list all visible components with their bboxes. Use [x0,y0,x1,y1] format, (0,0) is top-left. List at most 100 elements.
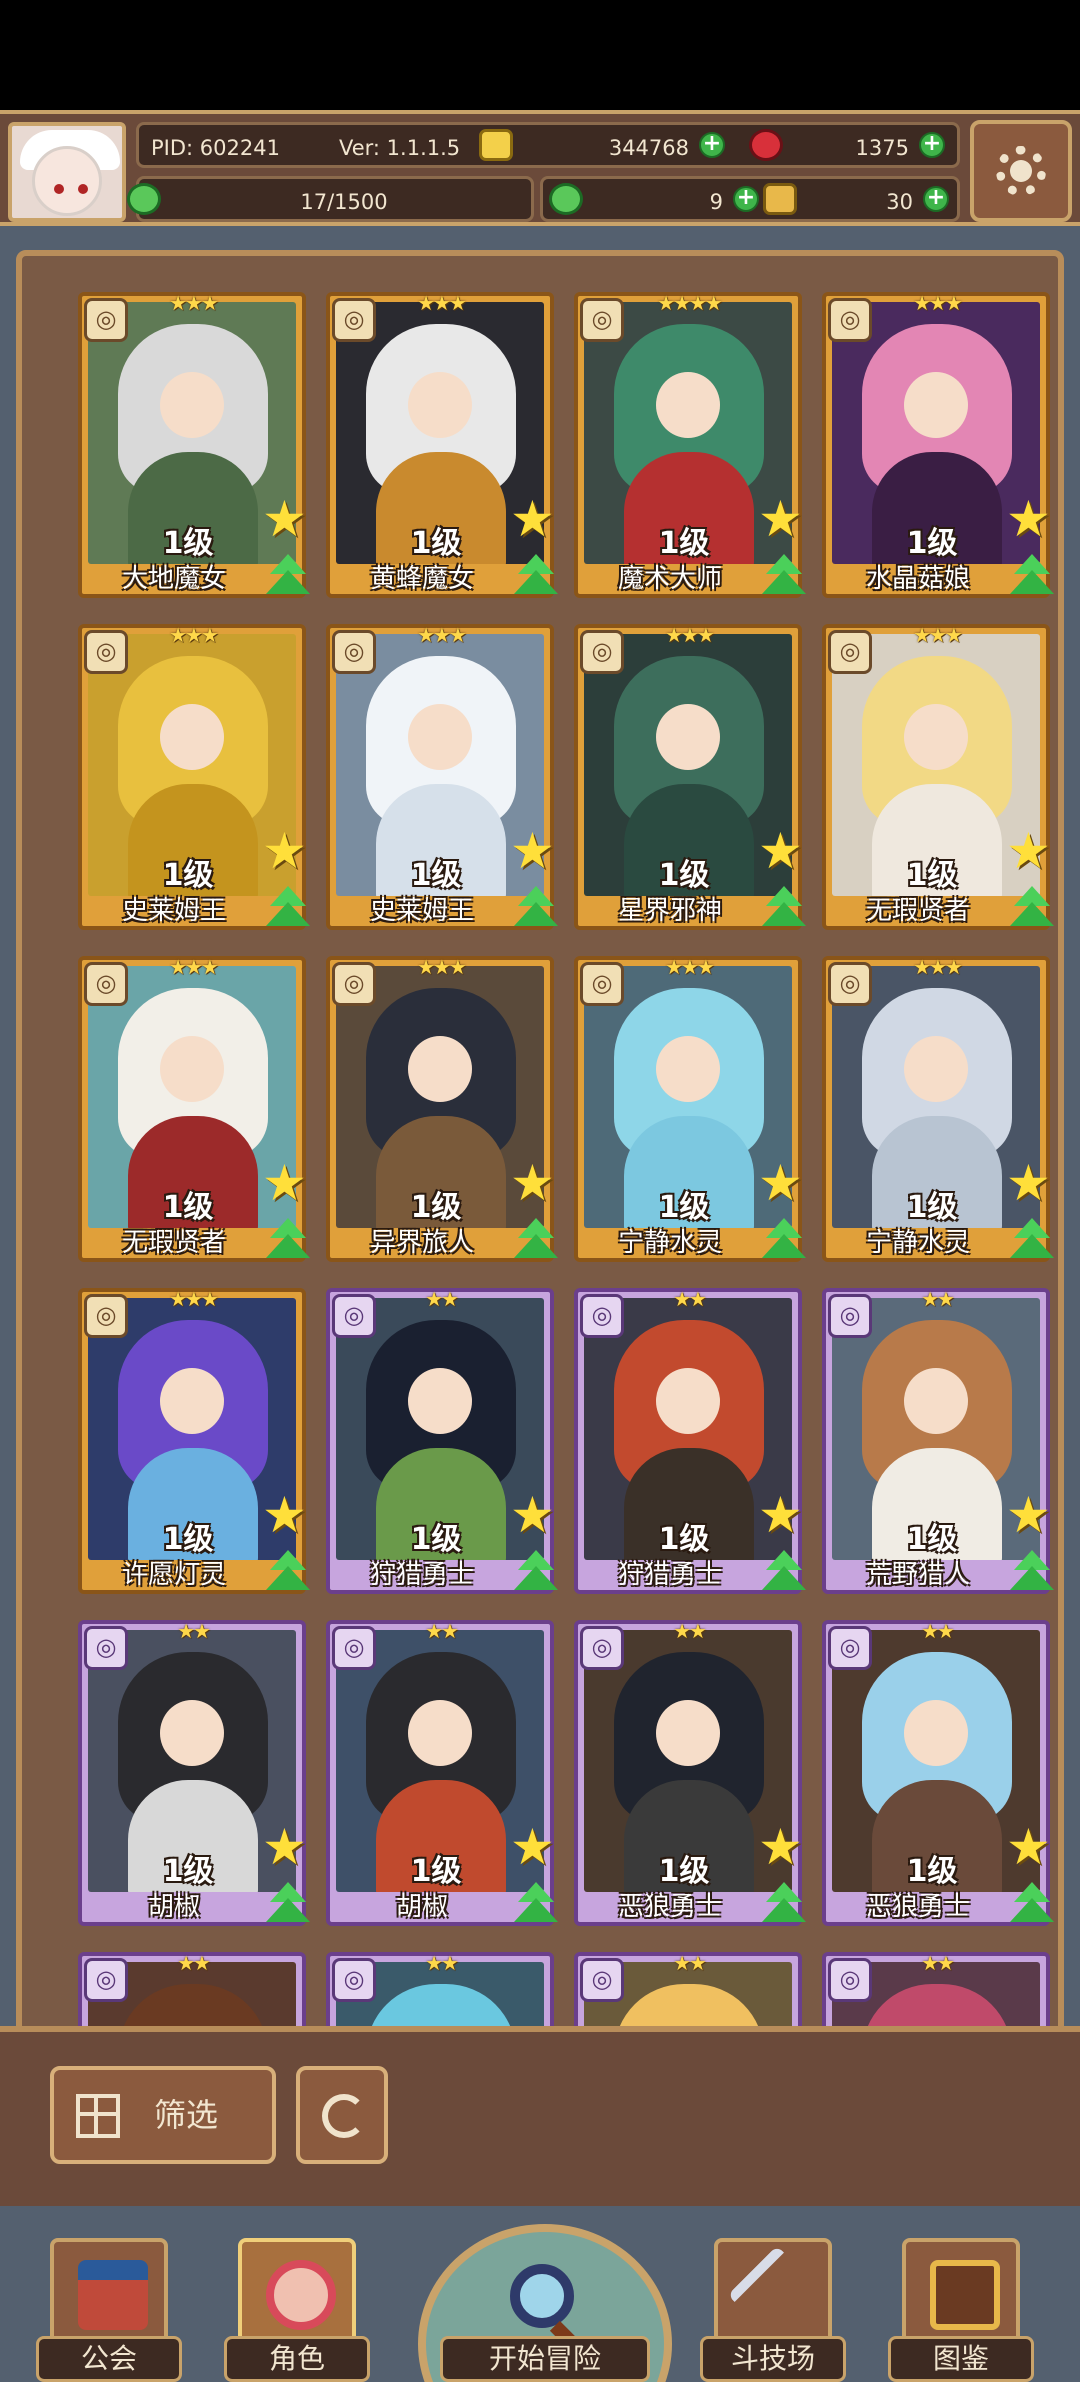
star-rating: ★★★★ [657,292,723,315]
character-card[interactable]: ◎ ★★★ 1级 ★ 史莱姆王 [326,623,558,934]
class-icon: ◎ [580,1626,624,1670]
star-upgrade-icon[interactable]: ★ [758,494,808,544]
level-up-arrow-icon[interactable] [1010,886,1054,930]
character-card[interactable]: ◎ ★★★ 1级 ★ 宁静水灵 [822,956,1054,1266]
star-upgrade-icon[interactable]: ★ [1006,1158,1056,1208]
level-up-arrow-icon[interactable] [1010,1218,1054,1262]
nav-codex[interactable]: 图鉴 [888,2228,1038,2382]
character-card[interactable]: ◎ ★★★ 1级 ★ 无瑕贤者 [822,624,1054,934]
star-upgrade-icon[interactable]: ★ [510,826,560,876]
character-card[interactable]: ◎ ★★★ 1级 ★ 星界邪神 [574,623,806,934]
class-icon: ◎ [828,298,872,342]
class-icon: ◎ [332,1958,376,2002]
level-up-arrow-icon[interactable] [762,1550,806,1594]
star-upgrade-icon[interactable]: ★ [262,1490,312,1540]
add-gem-button[interactable]: + [919,132,945,158]
star-upgrade-icon[interactable]: ★ [262,826,312,876]
star-rating: ★★★ [169,623,219,647]
portrait-face [904,1700,968,1766]
star-upgrade-icon[interactable]: ★ [510,1158,560,1208]
gem-amount: 1375 [855,136,909,160]
portrait-face [160,1036,224,1102]
star-upgrade-icon[interactable]: ★ [758,826,808,876]
pid-text: PID: 602241 [151,136,280,160]
avatar-eye [78,184,88,194]
level-up-arrow-icon[interactable] [514,1218,558,1262]
character-card[interactable]: ◎ ★★★★ 1级 ★ 魔术大师 [574,292,806,602]
character-name: 胡椒 [147,1892,200,1922]
level-up-arrow-icon[interactable] [514,1882,558,1926]
star-upgrade-icon[interactable]: ★ [1006,826,1056,876]
star-upgrade-icon[interactable]: ★ [758,1490,808,1540]
character-card[interactable]: ◎ ★★ 1级 ★ 恶狼勇士 [574,1620,806,1930]
character-name: 水晶菇娘 [865,564,970,594]
star-upgrade-icon[interactable]: ★ [1006,1490,1056,1540]
character-card[interactable]: ◎ ★★★ 1级 ★ 黄蜂魔女 [326,292,558,602]
nav-start-adventure[interactable]: 开始冒险 [410,2224,680,2382]
level-up-arrow-icon[interactable] [266,1550,310,1594]
star-upgrade-icon[interactable]: ★ [1006,1822,1056,1872]
star-rating: ★★ [425,1619,459,1643]
star-upgrade-icon[interactable]: ★ [510,1490,560,1540]
player-avatar[interactable] [8,122,126,222]
character-name: 大地魔女 [121,564,226,594]
star-upgrade-icon[interactable]: ★ [262,494,312,544]
nav-guild[interactable]: 公会 [36,2228,186,2382]
character-card[interactable]: ◎ ★★ 1级 ★ 胡椒 [326,1619,558,1930]
character-card[interactable]: ◎ ★★★ 1级 ★ 无瑕贤者 [78,956,310,1266]
character-card[interactable]: ◎ ★★ 1级 ★ 荒野猎人 [822,1288,1054,1598]
star-upgrade-icon[interactable]: ★ [262,1822,312,1872]
level-up-arrow-icon[interactable] [266,1218,310,1262]
character-grid[interactable]: ◎ ★★★ 1级 ★ 大地魔女 ◎ ★★★ 1级 ★ 黄蜂魔女 ◎ ★★★★ 1级 ★ 魔术大师 ◎ ★★★ 1级… [62,292,1062,2052]
star-upgrade-icon[interactable]: ★ [758,1822,808,1872]
character-card[interactable]: ◎ ★★★ 1级 ★ 宁静水灵 [574,956,806,1266]
class-icon: ◎ [580,298,624,342]
character-card[interactable]: ◎ ★★★ 1级 ★ 大地魔女 [78,292,310,602]
character-card[interactable]: ◎ ★★★ 1级 ★ 许愿灯灵 [78,1288,310,1598]
star-rating: ★★★ [665,623,715,647]
character-card[interactable]: ◎ ★★ 1级 ★ 狩猎勇士 [326,1288,558,1598]
class-icon: ◎ [84,298,128,342]
star-upgrade-icon[interactable]: ★ [262,1158,312,1208]
level-up-arrow-icon[interactable] [514,886,558,930]
character-card[interactable]: ◎ ★★★ 1级 ★ 史莱姆王 [78,623,310,934]
filter-button[interactable]: 筛选 [50,2066,276,2164]
level-up-arrow-icon[interactable] [266,1882,310,1926]
nav-arena[interactable]: 斗技场 [700,2228,850,2382]
level-up-arrow-icon[interactable] [762,1882,806,1926]
character-level: 1级 [906,526,958,561]
level-up-arrow-icon[interactable] [514,1550,558,1594]
nav-character[interactable]: 角色 [224,2228,374,2382]
level-up-arrow-icon[interactable] [1010,1882,1054,1926]
level-up-arrow-icon[interactable] [762,554,806,598]
character-card[interactable]: ◎ ★★★ 1级 ★ 异界旅人 [326,956,558,1266]
coin-icon [479,129,513,161]
star-upgrade-icon[interactable]: ★ [510,1822,560,1872]
level-up-arrow-icon[interactable] [762,886,806,930]
star-rating: ★★ [673,1287,707,1311]
level-up-arrow-icon[interactable] [266,554,310,598]
add-gold-button[interactable]: + [699,132,725,158]
character-card[interactable]: ◎ ★★★ 1级 ★ 水晶菇娘 [822,292,1054,602]
level-up-arrow-icon[interactable] [1010,1550,1054,1594]
star-upgrade-icon[interactable]: ★ [758,1158,808,1208]
star-rating: ★★★ [417,623,467,647]
character-card[interactable]: ◎ ★★ 1级 ★ 恶狼勇士 [822,1620,1054,1930]
add-energy-button[interactable]: + [733,186,759,212]
level-up-arrow-icon[interactable] [1010,554,1054,598]
settings-button[interactable] [970,120,1072,222]
class-icon: ◎ [828,962,872,1006]
star-upgrade-icon[interactable]: ★ [1006,494,1056,544]
bottom-nav: 公会 角色 开始冒险 斗技场 图鉴 [0,2206,1080,2382]
level-up-arrow-icon[interactable] [762,1218,806,1262]
add-ticket-button[interactable]: + [923,186,949,212]
star-rating: ★★ [177,1951,211,1975]
level-up-arrow-icon[interactable] [514,554,558,598]
character-card[interactable]: ◎ ★★ 1级 ★ 狩猎勇士 [574,1287,806,1598]
refresh-button[interactable] [296,2066,388,2164]
clover-progress-text: 17/1500 [300,190,388,214]
character-level: 1级 [906,1190,958,1225]
level-up-arrow-icon[interactable] [266,886,310,930]
star-upgrade-icon[interactable]: ★ [510,494,560,544]
character-card[interactable]: ◎ ★★ 1级 ★ 胡椒 [78,1620,310,1930]
